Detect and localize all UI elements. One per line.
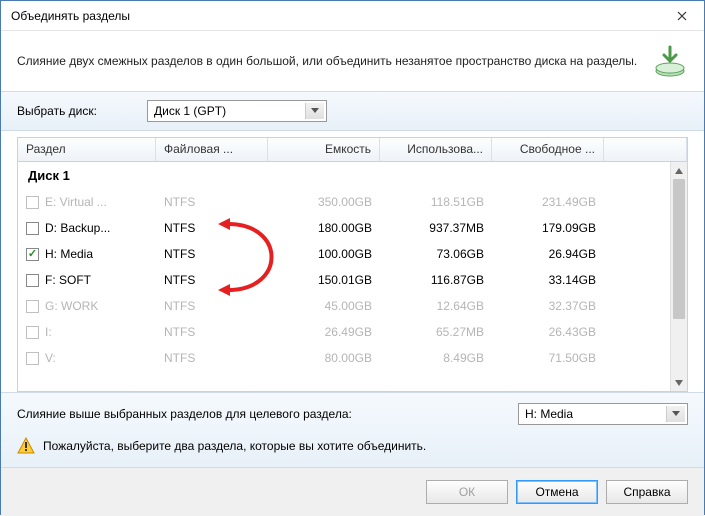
row-capacity: 80.00GB [268,351,380,365]
table-row: E: Virtual ... NTFS350.00GB118.51GB231.49… [18,189,670,215]
header-partition[interactable]: Раздел [18,138,156,161]
row-used: 118.51GB [380,195,492,209]
row-used: 116.87GB [380,273,492,287]
row-free: 26.43GB [492,325,604,339]
target-label: Слияние выше выбранных разделов для целе… [17,407,518,421]
target-row: Слияние выше выбранных разделов для целе… [1,392,704,431]
scrollbar-thumb[interactable] [673,179,685,319]
vertical-scrollbar[interactable] [670,162,687,391]
table-row[interactable]: H: Media NTFS100.00GB73.06GB26.94GB [18,241,670,267]
row-used: 65.27MB [380,325,492,339]
row-partition-label: I: [45,325,52,339]
disk-selector-value: Диск 1 (GPT) [154,104,226,118]
row-used: 937.37MB [380,221,492,235]
table-header: Раздел Файловая ... Емкость Использова..… [18,138,687,162]
disk-group-label: Диск 1 [18,162,670,189]
row-partition-label: V: [45,351,56,365]
warning-icon [17,437,35,455]
row-checkbox[interactable] [26,222,39,235]
row-checkbox[interactable] [26,248,39,261]
row-checkbox[interactable] [26,274,39,287]
row-free: 26.94GB [492,247,604,261]
ok-button[interactable]: ОК [426,480,508,504]
row-filesystem: NTFS [156,247,268,261]
header-used[interactable]: Использова... [380,138,492,161]
table-row: I: NTFS26.49GB65.27MB26.43GB [18,319,670,345]
description-area: Слияние двух смежных разделов в один бол… [1,31,704,91]
scroll-down-button[interactable] [671,374,687,391]
row-free: 33.14GB [492,273,604,287]
row-filesystem: NTFS [156,351,268,365]
disk-selector-label: Выбрать диск: [17,104,147,118]
row-checkbox [26,300,39,313]
table-row: V: NTFS80.00GB8.49GB71.50GB [18,345,670,371]
row-capacity: 350.00GB [268,195,380,209]
row-checkbox [26,196,39,209]
header-filesystem[interactable]: Файловая ... [156,138,268,161]
help-button[interactable]: Справка [606,480,688,504]
row-partition-label: H: Media [45,247,93,261]
table-body: Диск 1 E: Virtual ...NTFS350.00GB118.51G… [18,162,670,391]
row-checkbox [26,326,39,339]
row-used: 8.49GB [380,351,492,365]
row-free: 32.37GB [492,299,604,313]
row-capacity: 150.01GB [268,273,380,287]
merge-disk-icon [652,43,688,79]
warning-text: Пожалуйста, выберите два раздела, которы… [43,439,426,453]
row-filesystem: NTFS [156,273,268,287]
row-free: 179.09GB [492,221,604,235]
row-capacity: 100.00GB [268,247,380,261]
close-button[interactable] [659,1,704,31]
titlebar: Объединять разделы [1,1,704,31]
row-used: 12.64GB [380,299,492,313]
partition-table: Раздел Файловая ... Емкость Использова..… [17,137,688,392]
row-filesystem: NTFS [156,221,268,235]
row-capacity: 26.49GB [268,325,380,339]
header-spacer [604,138,687,161]
row-partition-label: D: Backup... [45,221,110,235]
row-checkbox [26,352,39,365]
table-row: G: WORK NTFS45.00GB12.64GB32.37GB [18,293,670,319]
header-capacity[interactable]: Емкость [268,138,380,161]
row-capacity: 180.00GB [268,221,380,235]
button-row: ОК Отмена Справка [1,468,704,516]
row-free: 231.49GB [492,195,604,209]
table-row[interactable]: F: SOFT NTFS150.01GB116.87GB33.14GB [18,267,670,293]
cancel-button[interactable]: Отмена [516,480,598,504]
scroll-down-icon [675,380,683,386]
header-free[interactable]: Свободное ... [492,138,604,161]
scroll-up-icon [675,168,683,174]
window-title: Объединять разделы [11,9,659,23]
target-value: H: Media [525,407,573,421]
row-capacity: 45.00GB [268,299,380,313]
disk-selector-combo[interactable]: Диск 1 (GPT) [147,100,327,122]
table-row[interactable]: D: Backup... NTFS180.00GB937.37MB179.09GB [18,215,670,241]
chevron-down-icon [672,411,680,416]
close-icon [677,11,687,21]
row-partition-label: E: Virtual ... [45,195,107,209]
description-text: Слияние двух смежных разделов в один бол… [17,53,640,70]
scroll-up-button[interactable] [671,162,687,179]
chevron-down-icon [311,108,319,113]
row-partition-label: F: SOFT [45,273,91,287]
row-partition-label: G: WORK [45,299,98,313]
row-free: 71.50GB [492,351,604,365]
warning-row: Пожалуйста, выберите два раздела, которы… [1,431,704,468]
row-filesystem: NTFS [156,195,268,209]
row-filesystem: NTFS [156,299,268,313]
row-used: 73.06GB [380,247,492,261]
target-combo[interactable]: H: Media [518,403,688,425]
row-filesystem: NTFS [156,325,268,339]
disk-selector-row: Выбрать диск: Диск 1 (GPT) [1,91,704,131]
